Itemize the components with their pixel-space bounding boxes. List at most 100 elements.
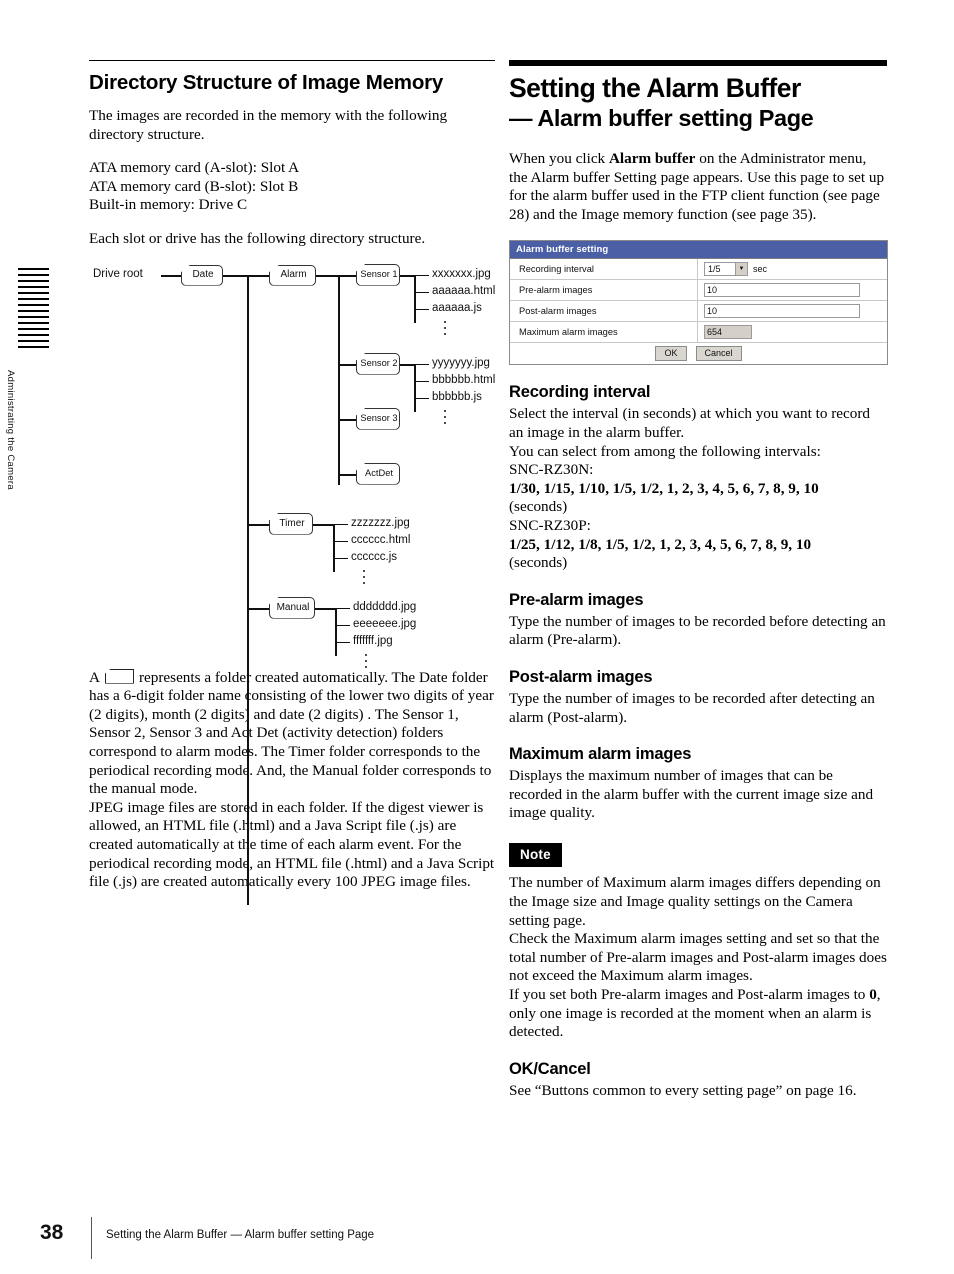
- manual-page: Administrating the Camera Directory Stru…: [0, 0, 954, 1274]
- slot-line-b: ATA memory card (B-slot): Slot B: [89, 177, 299, 195]
- post-alarm-images-input[interactable]: 10: [704, 304, 860, 319]
- folder-actdet: ActDet: [356, 462, 400, 485]
- note-badge: Note: [509, 842, 562, 868]
- ellipsis-s2-a: [444, 409, 447, 412]
- right-intro-paragraph: When you click Alarm buffer on the Admin…: [509, 150, 887, 224]
- label-recording-interval: Recording interval: [510, 259, 698, 280]
- cancel-button[interactable]: Cancel: [695, 346, 742, 362]
- tree-tick-s1-1: [414, 291, 429, 294]
- tree-spine-manual-files: [335, 607, 338, 656]
- each-slot-line: Each slot or drive has the following dir…: [89, 229, 426, 247]
- thumb-index-line: [18, 274, 49, 276]
- alarm-buffer-setting-screenshot: Alarm buffer setting Recording interval …: [509, 240, 888, 366]
- section-title: Setting the Alarm Buffer — Alarm buffer …: [509, 73, 887, 134]
- tree-edge-manual-files: [315, 607, 337, 610]
- heading-post-alarm-images: Post-alarm images: [509, 667, 653, 686]
- intro-prefix: When you click: [509, 150, 609, 167]
- ri-intervals-p: 1/25, 1/12, 1/8, 1/5, 1/2, 1, 2, 3, 4, 5…: [509, 535, 812, 553]
- chevron-down-icon[interactable]: ▼: [735, 263, 747, 276]
- tree-spine-sensor1-files: [414, 274, 417, 323]
- file-s2-2: bbbbbb.js: [432, 390, 482, 403]
- left-intro-paragraph: The images are recorded in the memory wi…: [89, 107, 448, 143]
- folder-sensor1-label: Sensor 1: [360, 268, 398, 279]
- file-timer-1: cccccc.html: [351, 533, 411, 546]
- file-s1-2: aaaaaa.js: [432, 301, 482, 314]
- heading-pre-alarm-images: Pre-alarm images: [509, 590, 644, 609]
- folder-sensor2-label: Sensor 2: [360, 357, 398, 368]
- tree-edge-spine-manual: [247, 607, 269, 610]
- ri-seconds-n: (seconds): [509, 498, 568, 516]
- tree-tick-t-0: [333, 523, 348, 526]
- tree-spine-alarm: [338, 274, 341, 485]
- right-column: Setting the Alarm Buffer — Alarm buffer …: [509, 60, 888, 1100]
- thumb-index-line: [18, 268, 49, 270]
- body-pre-alarm-images: Type the number of images to be recorded…: [509, 612, 886, 649]
- ellipsis-m-a: [365, 653, 368, 656]
- thumb-index-line: [18, 286, 49, 288]
- tree-root-label: Drive root: [93, 267, 143, 280]
- page-footer: 38 Setting the Alarm Buffer — Alarm buff…: [40, 1217, 920, 1261]
- tree-tick-m-1: [335, 624, 350, 627]
- note-paragraph-3: If you set both Pre-alarm images and Pos…: [509, 986, 887, 1042]
- ellipsis-t-c: [363, 581, 366, 584]
- thumb-index-lines: [18, 268, 49, 356]
- tree-spine-main: [247, 274, 250, 905]
- heading-maximum-alarm-images: Maximum alarm images: [509, 745, 692, 764]
- form-row-recording-interval: Recording interval 1/5 ▼ sec: [510, 259, 887, 281]
- directory-tree-diagram: Drive root Date Alarm Sensor 1 xxxxxxx.j…: [89, 263, 496, 905]
- ellipsis-s1-b: [444, 326, 447, 329]
- recording-interval-value: 1/5: [708, 264, 721, 275]
- right-heading-rule: [509, 60, 887, 66]
- label-post-alarm-images: Post-alarm images: [510, 301, 698, 322]
- thumb-index-line: [18, 292, 49, 294]
- folder-actdet-label: ActDet: [365, 467, 393, 478]
- file-s1-0: xxxxxxx.jpg: [432, 267, 491, 280]
- file-timer-0: zzzzzzz.jpg: [351, 516, 410, 529]
- folder-date: Date: [181, 264, 223, 286]
- tree-edge-root-date: [161, 274, 181, 277]
- left-column: Directory Structure of Image Memory The …: [89, 60, 496, 905]
- folder-date-label: Date: [192, 269, 214, 281]
- maximum-alarm-images-value: 654: [704, 325, 752, 340]
- side-tab-label: Administrating the Camera: [5, 370, 16, 490]
- tree-tick-t-1: [333, 540, 348, 543]
- folder-timer-label: Timer: [279, 517, 305, 529]
- file-s2-0: yyyyyyy.jpg: [432, 356, 490, 369]
- page-number: 38: [40, 1221, 64, 1244]
- tree-tick-t-2: [333, 557, 348, 560]
- note3-prefix: If you set both Pre-alarm images and Pos…: [509, 985, 870, 1003]
- tree-tick-m-2: [335, 641, 350, 644]
- folder-sensor1: Sensor 1: [356, 263, 400, 286]
- ellipsis-s1-c: [444, 332, 447, 335]
- form-row-maximum-alarm-images: Maximum alarm images 654: [510, 322, 887, 344]
- tree-tick-m-0: [335, 607, 350, 610]
- pre-alarm-images-input[interactable]: 10: [704, 283, 860, 298]
- folder-timer: Timer: [269, 512, 313, 535]
- thumb-index-line: [18, 346, 49, 348]
- file-manual-2: fffffff.jpg: [353, 634, 393, 647]
- thumb-index-line: [18, 334, 49, 336]
- file-timer-2: cccccc.js: [351, 550, 397, 563]
- tree-edge-alarm-actdet: [338, 473, 356, 476]
- thumb-index-line: [18, 298, 49, 300]
- tree-explanation-1: Arepresents a folder created automatical…: [89, 668, 495, 799]
- explanation-text: represents a folder created automaticall…: [89, 668, 494, 798]
- ok-button[interactable]: OK: [655, 346, 687, 362]
- folder-sensor2: Sensor 2: [356, 352, 400, 375]
- folder-manual-label: Manual: [276, 601, 310, 613]
- section-title-line2: — Alarm buffer setting Page: [509, 105, 814, 131]
- thumb-index-line: [18, 328, 49, 330]
- intro-bold-term: Alarm buffer: [608, 150, 696, 167]
- folder-alarm-label: Alarm: [280, 269, 307, 281]
- ellipsis-s1-a: [444, 320, 447, 323]
- tree-edge-date-spine: [223, 274, 249, 277]
- label-maximum-alarm-images: Maximum alarm images: [510, 322, 698, 343]
- file-s1-1: aaaaaa.html: [432, 284, 496, 297]
- field-recording-interval: 1/5 ▼ sec: [698, 259, 887, 279]
- body-post-alarm-images: Type the number of images to be recorded…: [509, 689, 875, 726]
- ellipsis-t-a: [363, 569, 366, 572]
- recording-interval-select[interactable]: 1/5 ▼: [704, 262, 748, 277]
- thumb-index-line: [18, 340, 49, 342]
- ellipsis-s2-b: [444, 415, 447, 418]
- folder-sensor3-label: Sensor 3: [360, 412, 398, 423]
